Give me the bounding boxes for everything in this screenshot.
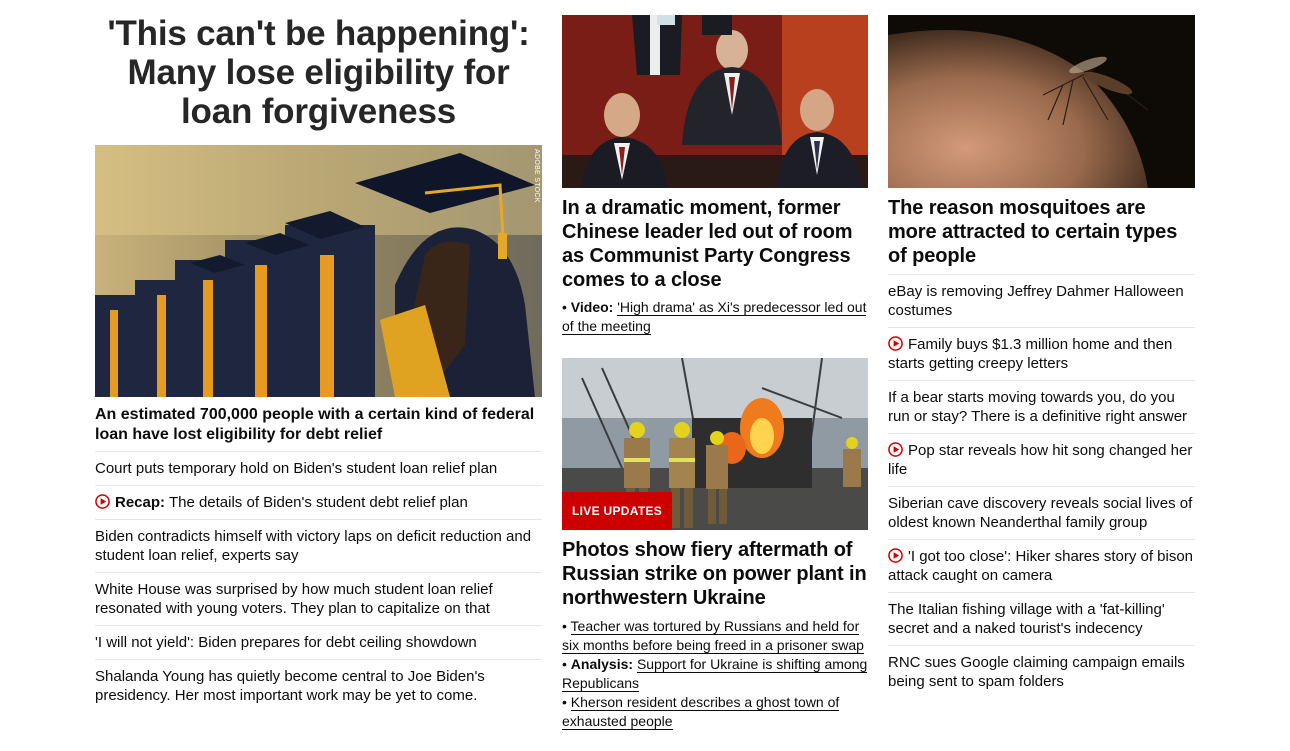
play-icon xyxy=(95,494,110,509)
list-item[interactable]: Biden contradicts himself with victory l… xyxy=(95,520,542,573)
list-item[interactable]: Court puts temporary hold on Biden's stu… xyxy=(95,452,542,486)
list-item-link[interactable]: Siberian cave discovery reveals social l… xyxy=(888,495,1192,531)
story-headline-link[interactable]: Photos show fiery aftermath of Russian s… xyxy=(562,539,867,609)
list-item-link[interactable]: 'I will not yield': Biden prepares for d… xyxy=(95,634,477,651)
story-bullets: • Video: 'High drama' as Xi's predecesso… xyxy=(562,298,868,336)
list-item-link[interactable]: Biden contradicts himself with victory l… xyxy=(95,528,531,564)
list-item[interactable]: RNC sues Google claiming campaign emails… xyxy=(888,646,1195,698)
list-item-link[interactable]: Shalanda Young has quietly become centra… xyxy=(95,668,485,704)
story-headline[interactable]: The reason mosquitoes are more attracted… xyxy=(888,196,1195,275)
list-item-link[interactable]: White House was surprised by how much st… xyxy=(95,581,493,617)
column-more-news: The reason mosquitoes are more attracted… xyxy=(888,0,1195,698)
graduates-image[interactable]: ADOBE STOCK xyxy=(95,145,542,397)
bullet-item[interactable]: • Teacher was tortured by Russians and h… xyxy=(562,617,868,655)
related-links-list: Court puts temporary hold on Biden's stu… xyxy=(95,452,542,712)
list-item-link[interactable]: The Italian fishing village with a 'fat-… xyxy=(888,601,1165,637)
play-icon xyxy=(888,336,903,351)
mosquito-image[interactable] xyxy=(888,15,1195,188)
bullet-item[interactable]: • Video: 'High drama' as Xi's predecesso… xyxy=(562,298,868,336)
image-credit: ADOBE STOCK xyxy=(533,149,540,203)
list-item-link[interactable]: The details of Biden's student debt reli… xyxy=(169,494,468,511)
bullet-item[interactable]: • Analysis: Support for Ukraine is shift… xyxy=(562,655,868,693)
list-item[interactable]: White House was surprised by how much st… xyxy=(95,573,542,626)
more-news-list: eBay is removing Jeffrey Dahmer Hallowee… xyxy=(888,275,1195,698)
list-item-link[interactable]: Family buys $1.3 million home and then s… xyxy=(888,336,1172,372)
bullet-link[interactable]: Kherson resident describes a ghost town … xyxy=(562,694,840,730)
play-icon xyxy=(888,548,903,563)
story-bullets: • Teacher was tortured by Russians and h… xyxy=(562,617,868,731)
list-item[interactable]: eBay is removing Jeffrey Dahmer Hallowee… xyxy=(888,275,1195,328)
list-item[interactable]: If a bear starts moving towards you, do … xyxy=(888,381,1195,434)
list-item-link[interactable]: If a bear starts moving towards you, do … xyxy=(888,389,1187,425)
item-label: Recap: xyxy=(115,494,166,511)
list-item-link[interactable]: 'I got too close': Hiker shares story of… xyxy=(888,548,1193,584)
bullet-label: Analysis: xyxy=(570,656,634,672)
power-plant-image[interactable]: LIVE UPDATES xyxy=(562,358,868,530)
lead-story-link[interactable]: An estimated 700,000 people with a certa… xyxy=(95,406,534,443)
column-world-news: In a dramatic moment, former Chinese lea… xyxy=(562,0,868,731)
main-headline[interactable]: 'This can't be happening': Many lose eli… xyxy=(95,14,542,131)
play-icon xyxy=(888,442,903,457)
list-item-link[interactable]: RNC sues Google claiming campaign emails… xyxy=(888,654,1185,690)
list-item-link[interactable]: Pop star reveals how hit song changed he… xyxy=(888,442,1192,478)
list-item[interactable]: 'I will not yield': Biden prepares for d… xyxy=(95,626,542,660)
list-item[interactable]: Siberian cave discovery reveals social l… xyxy=(888,487,1195,540)
list-item[interactable]: 'I got too close': Hiker shares story of… xyxy=(888,540,1195,593)
story-headline[interactable]: In a dramatic moment, former Chinese lea… xyxy=(562,196,868,292)
main-headline-link[interactable]: 'This can't be happening': Many lose eli… xyxy=(107,14,529,131)
bullet-item[interactable]: • Kherson resident describes a ghost tow… xyxy=(562,693,868,731)
list-item[interactable]: Pop star reveals how hit song changed he… xyxy=(888,434,1195,487)
lead-story[interactable]: An estimated 700,000 people with a certa… xyxy=(95,405,542,452)
story-headline-link[interactable]: The reason mosquitoes are more attracted… xyxy=(888,197,1177,267)
bullet-link[interactable]: Teacher was tortured by Russians and hel… xyxy=(562,618,864,654)
story-headline[interactable]: Photos show fiery aftermath of Russian s… xyxy=(562,538,868,610)
list-item[interactable]: The Italian fishing village with a 'fat-… xyxy=(888,593,1195,646)
list-item[interactable]: Shalanda Young has quietly become centra… xyxy=(95,660,542,712)
party-congress-image[interactable] xyxy=(562,15,868,188)
list-item[interactable]: Family buys $1.3 million home and then s… xyxy=(888,328,1195,381)
list-item-link[interactable]: eBay is removing Jeffrey Dahmer Hallowee… xyxy=(888,283,1184,319)
bullet-label: Video: xyxy=(570,299,614,315)
list-item-link[interactable]: Court puts temporary hold on Biden's stu… xyxy=(95,460,497,477)
live-updates-badge[interactable]: LIVE UPDATES xyxy=(562,492,673,530)
story-headline-link[interactable]: In a dramatic moment, former Chinese lea… xyxy=(562,197,852,291)
column-student-loans: 'This can't be happening': Many lose eli… xyxy=(95,0,542,712)
list-item[interactable]: Recap: The details of Biden's student de… xyxy=(95,486,542,520)
